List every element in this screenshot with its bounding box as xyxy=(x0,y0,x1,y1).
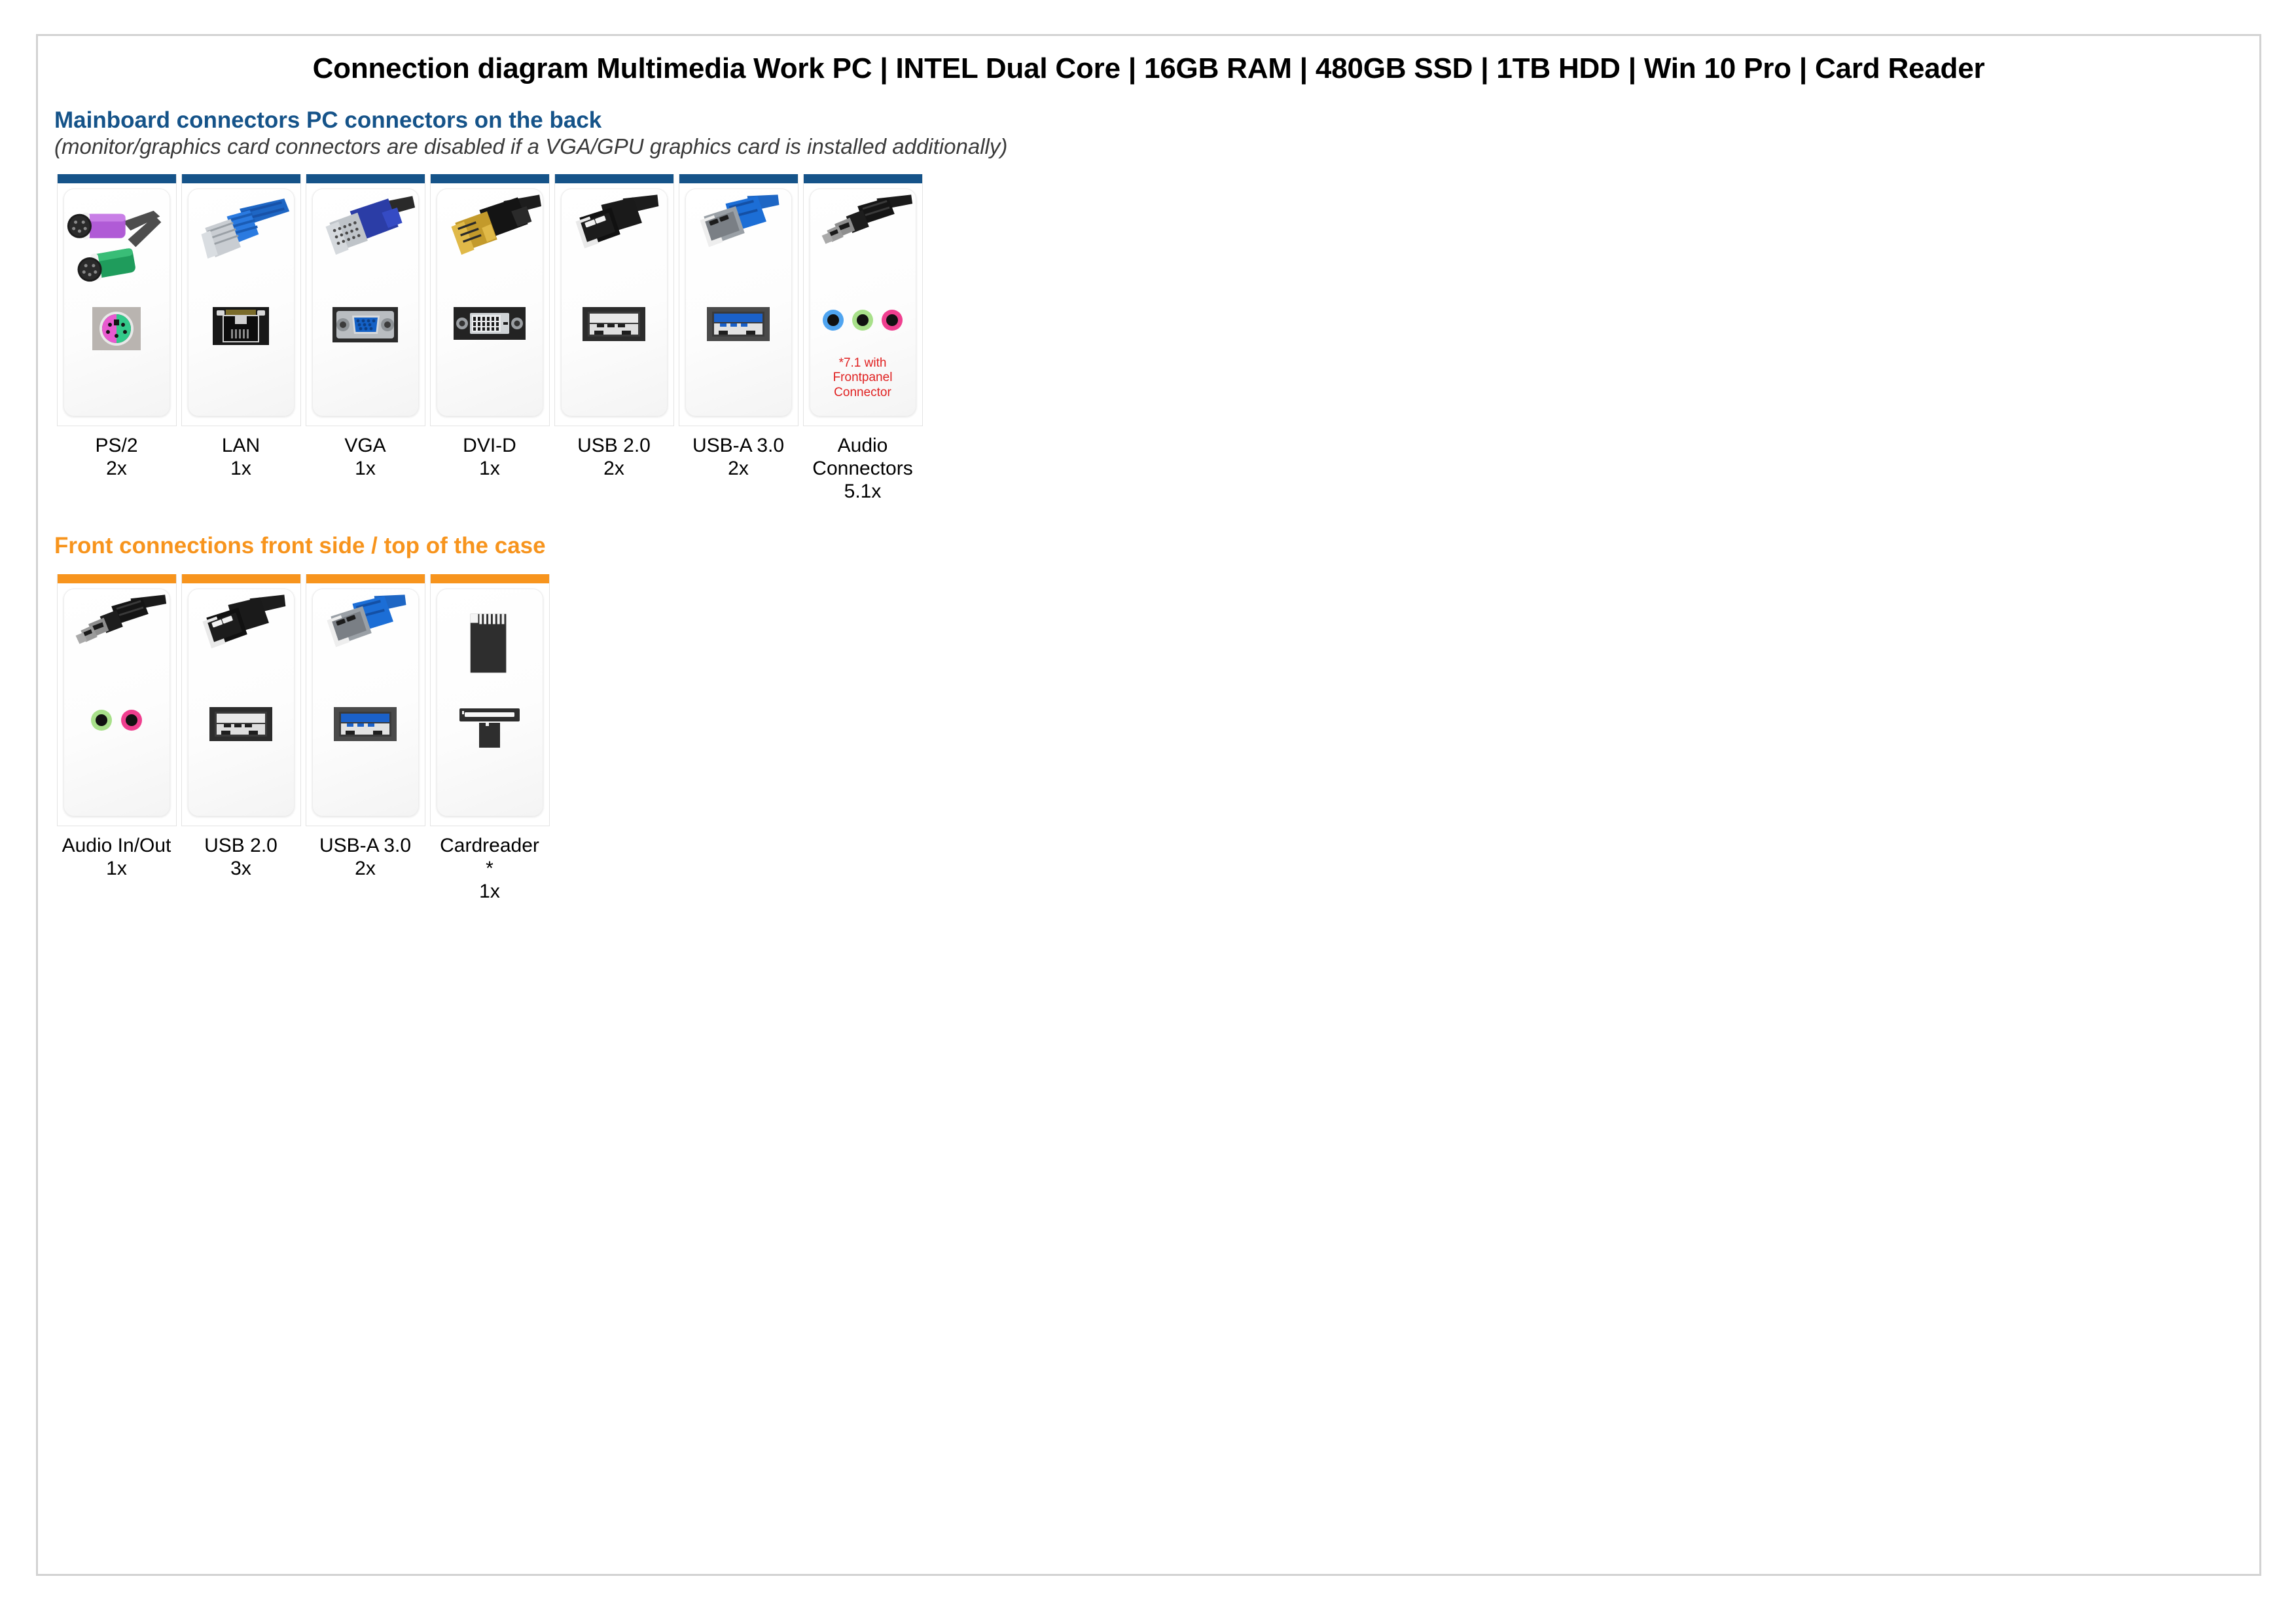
usb2-port-icon xyxy=(188,707,294,779)
vga-connector-icon xyxy=(313,193,418,324)
connector-card-usba30-front[interactable]: USB-A 3.02x xyxy=(303,574,427,880)
audio-jack-icon xyxy=(810,193,916,324)
connector-name: USB 2.0 xyxy=(577,435,651,456)
connector-count: 1x xyxy=(479,458,500,479)
connector-card-dvi-d[interactable]: DVI-D1x xyxy=(427,174,552,480)
sd-card-icon xyxy=(437,593,543,724)
connector-card-audio-in-out[interactable]: Audio In/Out1x xyxy=(54,574,179,880)
usb3-connector-icon xyxy=(686,193,791,324)
connector-name-l1: Audio xyxy=(838,435,888,456)
connector-name: LAN xyxy=(222,435,260,456)
ps2-connector-icon xyxy=(64,193,170,324)
card-accent-bar xyxy=(555,174,673,183)
connector-count: 2x xyxy=(355,858,376,879)
connector-count: 1x xyxy=(106,858,127,879)
card-accent-bar xyxy=(182,574,300,583)
connector-name-l2: Connectors xyxy=(812,458,912,479)
usb2-connector-icon xyxy=(188,593,294,724)
connector-count: 2x xyxy=(106,458,127,479)
card-accent-bar xyxy=(431,174,549,183)
connector-name: PS/2 xyxy=(95,435,137,456)
card-accent-bar xyxy=(431,574,549,583)
card-accent-bar xyxy=(58,174,176,183)
audio-jacks-2-icon xyxy=(64,707,170,779)
connector-count: 1x xyxy=(479,881,500,902)
connector-card-cardreader[interactable]: Cardreader*1x xyxy=(427,574,552,903)
connector-label: USB 2.03x xyxy=(177,834,305,880)
front-connector-row: Audio In/Out1x xyxy=(54,574,552,903)
card-slot-icon xyxy=(437,707,543,779)
usb3-connector-icon xyxy=(313,593,418,724)
connector-label: DVI-D1x xyxy=(425,434,554,480)
card-accent-bar xyxy=(306,174,425,183)
connector-label: USB-A 3.02x xyxy=(301,834,429,880)
connector-label: PS/22x xyxy=(52,434,181,480)
page-title: Connection diagram Multimedia Work PC | … xyxy=(38,52,2259,85)
connector-card-usba30-back[interactable]: USB-A 3.02x xyxy=(676,174,800,480)
usb2-connector-icon xyxy=(562,193,667,324)
audio-jack-icon xyxy=(64,593,170,724)
connector-name: VGA xyxy=(344,435,386,456)
connector-count: 5.1x xyxy=(844,481,882,502)
section-heading-front: Front connections front side / top of th… xyxy=(54,534,552,558)
connector-card-audio-connectors[interactable]: *7.1 with Frontpanel Connector AudioConn… xyxy=(800,174,925,503)
usb3-port-icon xyxy=(686,307,791,379)
card-accent-bar xyxy=(182,174,300,183)
connector-count: 2x xyxy=(728,458,749,479)
rj45-connector-icon xyxy=(188,193,294,324)
card-accent-bar xyxy=(679,174,798,183)
dvi-connector-icon xyxy=(437,193,543,324)
card-accent-bar xyxy=(804,174,922,183)
connector-card-lan[interactable]: LAN1x xyxy=(179,174,303,480)
connector-count: 1x xyxy=(355,458,376,479)
connector-card-vga[interactable]: VGA1x xyxy=(303,174,427,480)
document-frame: Connection diagram Multimedia Work PC | … xyxy=(36,34,2261,1576)
section-front-connections: Front connections front side / top of th… xyxy=(54,534,552,903)
connector-count: 3x xyxy=(230,858,251,879)
card-accent-bar xyxy=(58,574,176,583)
card-accent-bar xyxy=(306,574,425,583)
connector-count: 2x xyxy=(603,458,624,479)
section-mainboard-connectors: Mainboard connectors PC connectors on th… xyxy=(54,108,1007,503)
rj45-port-icon xyxy=(188,307,294,379)
connector-label: USB 2.02x xyxy=(550,434,678,480)
section-subheading-back: (monitor/graphics card connectors are di… xyxy=(54,135,1007,158)
connector-name: Audio In/Out xyxy=(62,835,171,856)
back-connector-row: PS/22x xyxy=(54,174,1007,503)
connector-name: USB 2.0 xyxy=(204,835,278,856)
connector-label: Cardreader*1x xyxy=(425,834,554,903)
connector-label: LAN1x xyxy=(177,434,305,480)
connector-label: Audio In/Out1x xyxy=(52,834,181,880)
connector-name-l1: Cardreader xyxy=(440,835,539,856)
connector-name-l2: * xyxy=(486,858,493,879)
audio-footnote: *7.1 with Frontpanel Connector xyxy=(813,356,913,400)
connector-name: DVI-D xyxy=(463,435,516,456)
ps2-port-icon xyxy=(64,307,170,379)
usb3-port-icon xyxy=(313,707,418,779)
connector-label: USB-A 3.02x xyxy=(674,434,802,480)
section-heading-back: Mainboard connectors PC connectors on th… xyxy=(54,108,1007,133)
vga-port-icon xyxy=(313,307,418,379)
usb2-port-icon xyxy=(562,307,667,379)
connector-card-usb20-back[interactable]: USB 2.02x xyxy=(552,174,676,480)
connector-label: VGA1x xyxy=(301,434,429,480)
connector-name: USB-A 3.0 xyxy=(692,435,784,456)
dvi-port-icon xyxy=(437,307,543,379)
connector-count: 1x xyxy=(230,458,251,479)
connector-card-ps2[interactable]: PS/22x xyxy=(54,174,179,480)
connector-card-usb20-front[interactable]: USB 2.03x xyxy=(179,574,303,880)
connector-name: USB-A 3.0 xyxy=(319,835,411,856)
connector-label: AudioConnectors5.1x xyxy=(798,434,927,503)
